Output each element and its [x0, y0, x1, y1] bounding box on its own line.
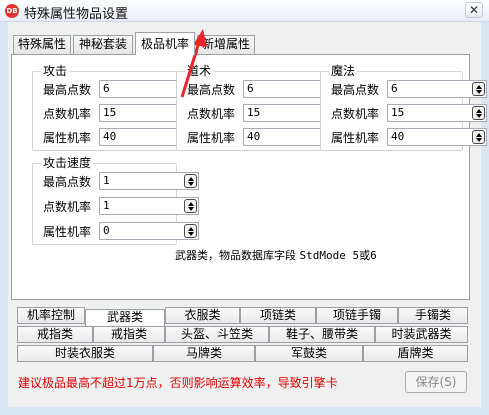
save-button[interactable]: 保存(S) [405, 371, 467, 393]
group-title: 攻击速度 [41, 156, 94, 170]
category-tab-clothes[interactable]: 衣服类 [165, 307, 240, 324]
spinner-value[interactable]: 6 [247, 82, 254, 95]
info-note-code: StdMode 5或6 [299, 249, 377, 262]
category-tab-probability-control[interactable]: 机率控制 [17, 307, 85, 324]
field-label: 点数机率 [43, 200, 92, 214]
spinner-updown-icon[interactable] [184, 224, 197, 238]
category-tab-bracelets[interactable]: 手镯类 [398, 307, 468, 324]
category-tab-fashion-clothes[interactable]: 时装衣服类 [17, 345, 153, 362]
close-button[interactable]: ✕ [465, 2, 483, 18]
attr-rate-spinner[interactable]: 40 [387, 128, 487, 146]
category-tab-war-drums[interactable]: 军鼓类 [255, 345, 363, 362]
category-tab-necklaces[interactable]: 项链类 [240, 307, 316, 324]
spinner-value[interactable]: 15 [247, 106, 260, 119]
field-label: 最高点数 [43, 175, 92, 189]
field-label: 点数机率 [43, 107, 92, 121]
window-frame-bottom [0, 407, 489, 415]
spinner-value[interactable]: 1 [103, 199, 110, 212]
category-tab-rings-2[interactable]: 戒指类 [93, 326, 165, 343]
group-magic: 魔法 最高点数 6 点数机率 15 属性机率 40 [320, 64, 487, 151]
group-attack: 攻击 最高点数 6 点数机率 15 属性机率 40 [32, 64, 199, 151]
points-rate-spinner[interactable]: 1 [99, 197, 199, 215]
group-attack-speed: 攻击速度 最高点数 1 点数机率 1 属性机率 0 [32, 156, 199, 245]
field-label: 点数机率 [187, 107, 236, 121]
title-bar: DB 特殊属性物品设置 ✕ [0, 0, 489, 22]
spinner-value[interactable]: 0 [103, 224, 110, 237]
group-title: 魔法 [329, 64, 358, 78]
spinner-value[interactable]: 6 [103, 82, 110, 95]
field-label: 最高点数 [43, 83, 92, 97]
spinner-updown-icon[interactable] [472, 106, 485, 120]
category-tab-rings-1[interactable]: 戒指类 [17, 326, 93, 343]
spinner-updown-icon[interactable] [472, 130, 485, 144]
attr-rate-spinner[interactable]: 0 [99, 222, 199, 240]
spinner-value[interactable]: 40 [391, 130, 404, 143]
spinner-value[interactable]: 40 [103, 130, 116, 143]
spinner-updown-icon[interactable] [184, 199, 197, 213]
category-tab-weapons[interactable]: 武器类 [85, 309, 165, 327]
spinner-value[interactable]: 40 [247, 130, 260, 143]
info-note-text: 武器类，物品数据库字段 [175, 249, 300, 262]
spinner-value[interactable]: 15 [103, 106, 116, 119]
warning-text: 建议极品最高不超过1万点，否则影响运算效率，导致引擎卡 [18, 376, 338, 390]
tab-rare-probability[interactable]: 极品机率 [135, 32, 195, 55]
app-icon: DB [5, 4, 19, 18]
spinner-value[interactable]: 6 [391, 82, 398, 95]
field-label: 属性机率 [43, 131, 92, 145]
tab-panel: 攻击 最高点数 6 点数机率 15 属性机率 40 道术 最高点数 6 点数机率… [11, 54, 487, 300]
tab-mystery-set[interactable]: 神秘套装 [73, 35, 133, 54]
field-label: 属性机率 [331, 131, 380, 145]
category-tab-helmets[interactable]: 头盔、斗笠类 [165, 326, 269, 343]
category-tab-shoes-belts[interactable]: 鞋子、腰带类 [269, 326, 375, 343]
spinner-value[interactable]: 1 [103, 174, 110, 187]
category-tab-horse-tags[interactable]: 马牌类 [153, 345, 255, 362]
max-points-spinner[interactable]: 6 [387, 80, 487, 98]
points-rate-spinner[interactable]: 15 [387, 104, 487, 122]
spinner-updown-icon[interactable] [184, 174, 197, 188]
stdmode-info-note: 武器类，物品数据库字段 StdMode 5或6 [175, 247, 377, 263]
spinner-value[interactable]: 15 [391, 106, 404, 119]
spinner-updown-icon[interactable] [472, 82, 485, 96]
window-title: 特殊属性物品设置 [24, 7, 129, 22]
window-frame-left [0, 22, 8, 415]
field-label: 最高点数 [331, 83, 380, 97]
field-label: 属性机率 [43, 225, 92, 239]
tab-special-attributes[interactable]: 特殊属性 [13, 35, 71, 54]
category-tab-shields[interactable]: 盾牌类 [363, 345, 468, 362]
field-label: 属性机率 [187, 131, 236, 145]
max-points-spinner[interactable]: 1 [99, 172, 199, 190]
group-title: 攻击 [41, 64, 70, 78]
category-tab-fashion-weapons[interactable]: 时装武器类 [375, 326, 468, 343]
category-tab-necklace-bracelets[interactable]: 项链手镯 [316, 307, 398, 324]
field-label: 点数机率 [331, 107, 380, 121]
